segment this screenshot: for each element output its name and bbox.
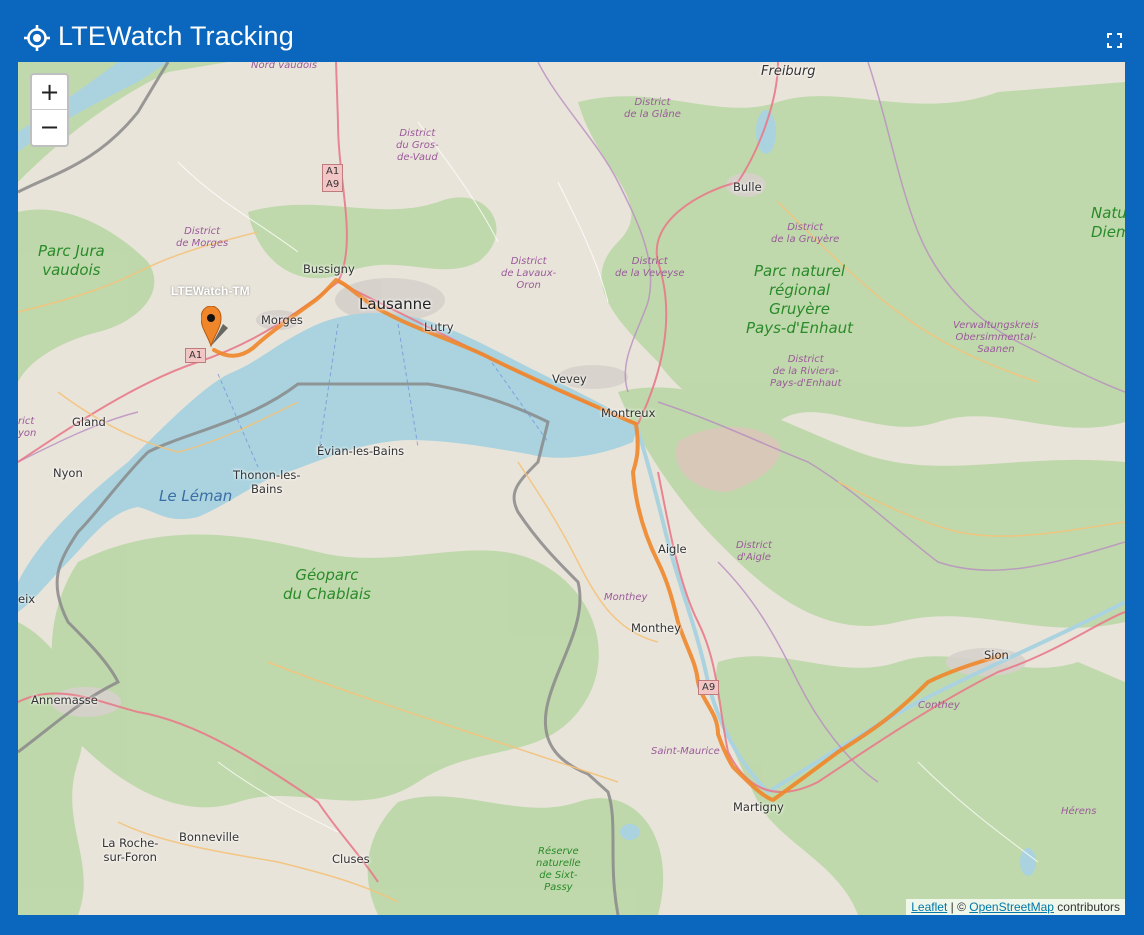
lake-label: Le Léman [159,487,233,505]
edge-label: eix [18,592,36,606]
city-label: Bussigny [303,262,355,276]
city-label: Lausanne [359,295,432,313]
park-label: Réserve naturelle de Sixt- Passy [536,846,581,893]
city-label: La Roche- sur-Foron [102,836,159,864]
city-label: Morges [261,313,303,327]
park-label: Natu Diem [1091,204,1125,241]
osm-link[interactable]: OpenStreetMap [969,900,1054,914]
city-label: Lutry [424,320,454,334]
city-label: Cluses [332,852,370,866]
city-label: Évian-les-Bains [317,444,405,458]
city-label: Monthey [631,621,681,635]
district-label: Saint-Maurice [651,746,720,757]
city-label: Martigny [733,800,784,814]
city-label: Montreux [601,406,656,420]
city-label: Bonneville [179,830,240,844]
district-label: Nord vaudois [251,62,318,71]
map-view[interactable]: Nord vaudois Freiburg District de la Glâ… [18,62,1125,915]
district-label: Verwaltungskreis Obersimmental- Saanen [953,320,1039,355]
zoom-in-button[interactable]: + [32,75,67,110]
city-label: Vevey [552,372,587,386]
highway-shield: A1 A9 [322,164,344,192]
park-label: Parc naturel régional Gruyère Pays-d'Enh… [746,262,854,337]
district-label: rict yon [18,416,37,439]
marker-label: LTEWatch-TM [171,284,250,298]
district-label: District de Morges [176,226,229,249]
city-label: Annemasse [31,693,98,707]
fullscreen-icon[interactable] [1107,33,1122,48]
attribution-suffix: contributors [1053,900,1120,914]
page-title: LTEWatch Tracking [58,21,294,51]
city-label: Aigle [658,542,687,556]
city-label: Freiburg [761,64,816,79]
district-label: Monthey [604,592,648,603]
city-label: Sion [984,648,1009,662]
district-label: District d'Aigle [736,540,772,563]
district-label: District de la Veveyse [615,256,685,279]
location-marker-icon[interactable] [201,306,228,348]
district-label: District de la Riviera- Pays-d'Enhaut [770,354,842,389]
attribution-separator: | © [947,900,970,914]
park-label: Parc Jura vaudois [38,242,105,279]
district-label: District de la Glâne [624,97,681,120]
district-label: Hérens [1061,806,1097,817]
zoom-out-button[interactable]: − [32,110,67,144]
district-label: District du Gros- de-Vaud [396,128,439,163]
district-label: Conthey [918,700,960,711]
city-label: Gland [72,415,106,429]
panel-header: LTEWatch Tracking [0,0,1144,62]
map-attribution: Leaflet | © OpenStreetMap contributors [906,899,1125,915]
district-label: District de la Gruyère [771,222,840,245]
city-label: Bulle [733,180,762,194]
city-label: Nyon [53,466,83,480]
locate-crosshair-icon [24,25,50,51]
leaflet-link[interactable]: Leaflet [911,900,947,914]
highway-shield: A1 [185,348,207,363]
city-label: Thonon-les- Bains [233,468,301,496]
district-label: District de Lavaux- Oron [501,256,557,291]
zoom-control: + − [30,73,69,147]
highway-shield: A9 [698,680,720,695]
park-label: Géoparc du Chablais [283,566,371,603]
